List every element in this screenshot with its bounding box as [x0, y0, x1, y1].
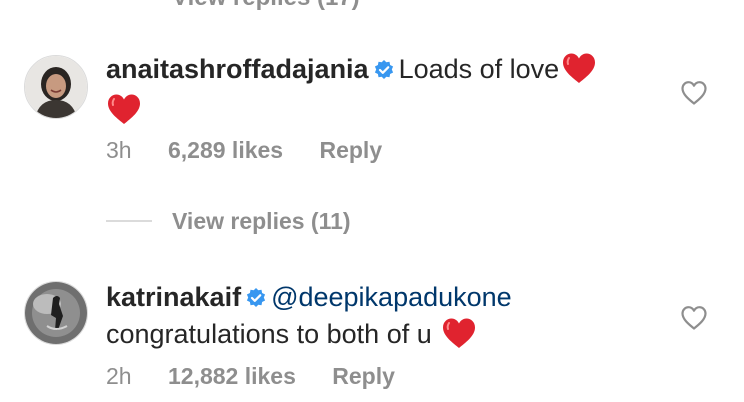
reply-button[interactable]: Reply	[319, 137, 382, 164]
comment-text: congratulations to both of u	[106, 319, 432, 349]
avatar[interactable]	[24, 55, 88, 119]
comment-text: Loads of love	[398, 54, 560, 84]
username[interactable]: katrinakaif	[106, 282, 241, 312]
avatar[interactable]	[24, 281, 88, 345]
username[interactable]: anaitashroffadajania	[106, 54, 369, 84]
divider	[106, 220, 152, 222]
likes-count[interactable]: 6,289 likes	[168, 137, 283, 164]
red-heart-emoji	[561, 52, 597, 93]
heart-outline-icon[interactable]	[680, 305, 708, 331]
timestamp: 3h	[106, 137, 132, 163]
timestamp: 2h	[106, 363, 132, 389]
likes-count[interactable]: 12,882 likes	[168, 363, 296, 390]
verified-badge-icon	[373, 55, 395, 89]
reply-button[interactable]: Reply	[332, 363, 395, 390]
instagram-comments-screen: View replies (17) anaitashroffadajania L…	[0, 0, 744, 402]
red-heart-emoji	[441, 317, 477, 358]
red-heart-emoji	[106, 93, 142, 134]
heart-outline-icon[interactable]	[680, 80, 708, 106]
comment-meta: 3h 6,289 likes Reply	[106, 137, 382, 164]
view-replies-button[interactable]: View replies (11)	[172, 208, 351, 235]
verified-badge-icon	[245, 283, 267, 317]
view-replies-button[interactable]: View replies (17)	[172, 0, 360, 12]
mention-link[interactable]: @deepikapadukone	[271, 282, 512, 312]
comment-meta: 2h 12,882 likes Reply	[106, 363, 395, 390]
